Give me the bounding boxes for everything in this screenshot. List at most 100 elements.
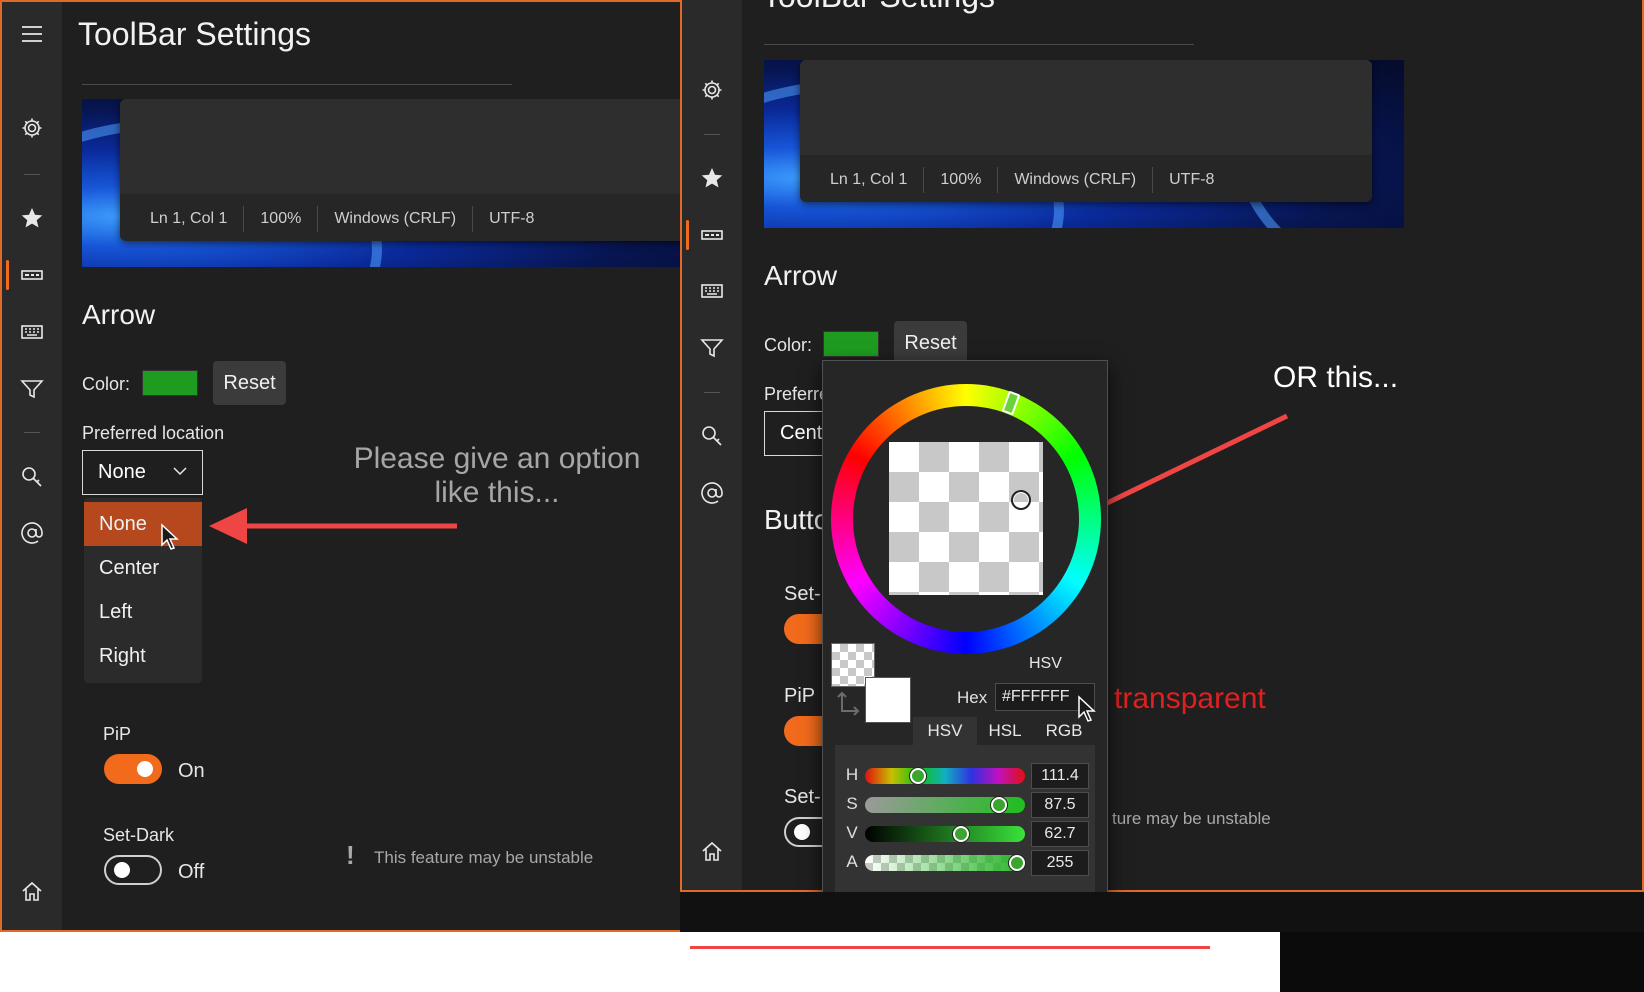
key-search-icon[interactable] <box>2 457 62 497</box>
home-icon[interactable] <box>682 832 742 872</box>
home-icon[interactable] <box>2 872 62 912</box>
preview-bar-top <box>800 60 1372 155</box>
status-item: UTF-8 <box>1169 171 1215 188</box>
saturation-value-square[interactable] <box>889 442 1043 595</box>
setdark-label: Set-Dark <box>103 825 175 845</box>
reset-button[interactable]: Reset <box>213 361 286 405</box>
toolbar-preview: Ln 1, Col 1 100% Windows (CRLF) UTF-8 <box>82 99 688 267</box>
key-search-icon[interactable] <box>682 416 742 456</box>
color-swatch[interactable] <box>823 331 879 357</box>
at-sign-icon[interactable] <box>2 513 62 553</box>
left-nav-rail <box>2 2 62 930</box>
toolbar-icon[interactable] <box>682 215 742 255</box>
pip-label: PiP <box>784 685 816 707</box>
status-item: UTF-8 <box>489 210 535 227</box>
preferred-location-label: Preferred location <box>82 423 225 443</box>
keyboard-icon[interactable] <box>682 271 742 311</box>
setdark-toggle[interactable] <box>104 855 162 885</box>
tab-rgb[interactable]: RGB <box>1033 717 1095 745</box>
taskbar-strip-light <box>0 932 1280 992</box>
annotation-line: Please give an option <box>353 442 641 475</box>
title-divider <box>764 44 1194 45</box>
toolbar-icon[interactable] <box>2 255 62 295</box>
status-item: 100% <box>244 206 319 232</box>
hue-value-input[interactable]: 111.4 <box>1031 763 1089 789</box>
annotation-text: OR this... <box>1273 361 1399 394</box>
saturation-value-input[interactable]: 87.5 <box>1031 792 1089 818</box>
status-item: Ln 1, Col 1 <box>814 167 925 193</box>
hue-slider-track[interactable] <box>865 768 1025 784</box>
hue-slider-thumb[interactable] <box>909 768 926 784</box>
value-value-input[interactable]: 62.7 <box>1031 821 1089 847</box>
reset-button[interactable]: Reset <box>894 321 967 365</box>
toggle-knob <box>137 761 153 777</box>
swap-arrow-icon[interactable] <box>836 691 862 717</box>
saturation-label: S <box>846 794 858 813</box>
annotation-text: Please give an option like this... <box>342 442 652 510</box>
gear-icon[interactable] <box>2 108 62 148</box>
transparent-annotation: transparent <box>1114 682 1266 715</box>
hue-label: H <box>845 765 859 784</box>
combo-value: Cent <box>780 422 823 444</box>
mouse-cursor-icon <box>161 523 179 550</box>
pip-state: On <box>178 760 205 782</box>
color-label: Color: <box>764 335 813 355</box>
dropdown-option-none[interactable]: None <box>84 502 202 546</box>
alpha-slider-track[interactable] <box>865 855 1025 871</box>
channel-sliders-panel: H 111.4 S 87.5 V 62.7 A 255 <box>835 745 1095 893</box>
keyboard-icon[interactable] <box>2 312 62 352</box>
preferred-location-dropdown: None Center Left Right <box>84 498 202 683</box>
chevron-down-icon <box>173 467 187 476</box>
warning-text: This feature may be unstable <box>374 848 594 867</box>
setting-label: Set- <box>784 786 821 808</box>
status-item: 100% <box>924 167 999 193</box>
left-settings-window: ToolBar Settings Ln 1, Col 1 100% Window… <box>0 0 690 932</box>
right-nav-rail <box>682 0 742 890</box>
taskbar-accent-line <box>690 946 1210 949</box>
value-slider-thumb[interactable] <box>953 826 969 842</box>
value-slider-track[interactable] <box>865 826 1025 842</box>
alpha-slider-thumb[interactable] <box>1009 855 1025 871</box>
tab-hsv[interactable]: HSV <box>913 717 977 745</box>
tab-hsl[interactable]: HSL <box>977 717 1033 745</box>
toolbar-preview: Ln 1, Col 1 100% Windows (CRLF) UTF-8 <box>764 60 1404 228</box>
hamburger-menu-icon[interactable] <box>2 14 62 54</box>
value-label: V <box>846 823 858 842</box>
preview-status-bar: Ln 1, Col 1 100% Windows (CRLF) UTF-8 <box>120 99 688 241</box>
section-heading-buttons: Butto <box>764 504 830 535</box>
at-sign-icon[interactable] <box>682 473 742 513</box>
rail-separator <box>24 432 40 433</box>
current-color-swatch <box>865 677 911 723</box>
alpha-label: A <box>846 852 858 871</box>
sv-picker-handle[interactable] <box>1011 490 1031 510</box>
color-swatch[interactable] <box>142 370 198 396</box>
color-mode-label: HSV <box>1029 655 1062 672</box>
preferred-location-combo[interactable]: None <box>82 450 203 495</box>
color-label: Color: <box>82 374 131 394</box>
star-icon[interactable] <box>682 158 742 198</box>
section-heading-arrow: Arrow <box>82 299 156 330</box>
dropdown-option-right[interactable]: Right <box>84 634 202 678</box>
dropdown-option-center[interactable]: Center <box>84 546 202 590</box>
color-picker-flyout: HSV Hex #FFFFFF HSV HSL RGB H 111.4 S 87… <box>822 360 1108 904</box>
status-item: Ln 1, Col 1 <box>134 206 245 232</box>
pip-toggle[interactable] <box>104 754 162 784</box>
alpha-value-input[interactable]: 255 <box>1031 850 1089 876</box>
gear-icon[interactable] <box>682 70 742 110</box>
preview-bar-items: Ln 1, Col 1 100% Windows (CRLF) UTF-8 <box>800 158 1230 202</box>
combo-value: None <box>98 461 146 483</box>
status-item: Windows (CRLF) <box>998 167 1154 193</box>
hex-label: Hex <box>957 688 988 707</box>
filter-icon[interactable] <box>682 328 742 368</box>
filter-icon[interactable] <box>2 369 62 409</box>
dropdown-option-left[interactable]: Left <box>84 590 202 634</box>
preview-bar-items: Ln 1, Col 1 100% Windows (CRLF) UTF-8 <box>120 197 550 241</box>
toggle-knob <box>794 824 810 840</box>
page-title: ToolBar Settings <box>78 16 312 52</box>
rail-separator <box>704 392 720 393</box>
status-item: Windows (CRLF) <box>318 206 474 232</box>
preview-status-bar: Ln 1, Col 1 100% Windows (CRLF) UTF-8 <box>800 60 1372 202</box>
annotation-arrow-icon <box>209 508 457 544</box>
star-icon[interactable] <box>2 198 62 238</box>
warning-icon: ! <box>346 840 355 870</box>
